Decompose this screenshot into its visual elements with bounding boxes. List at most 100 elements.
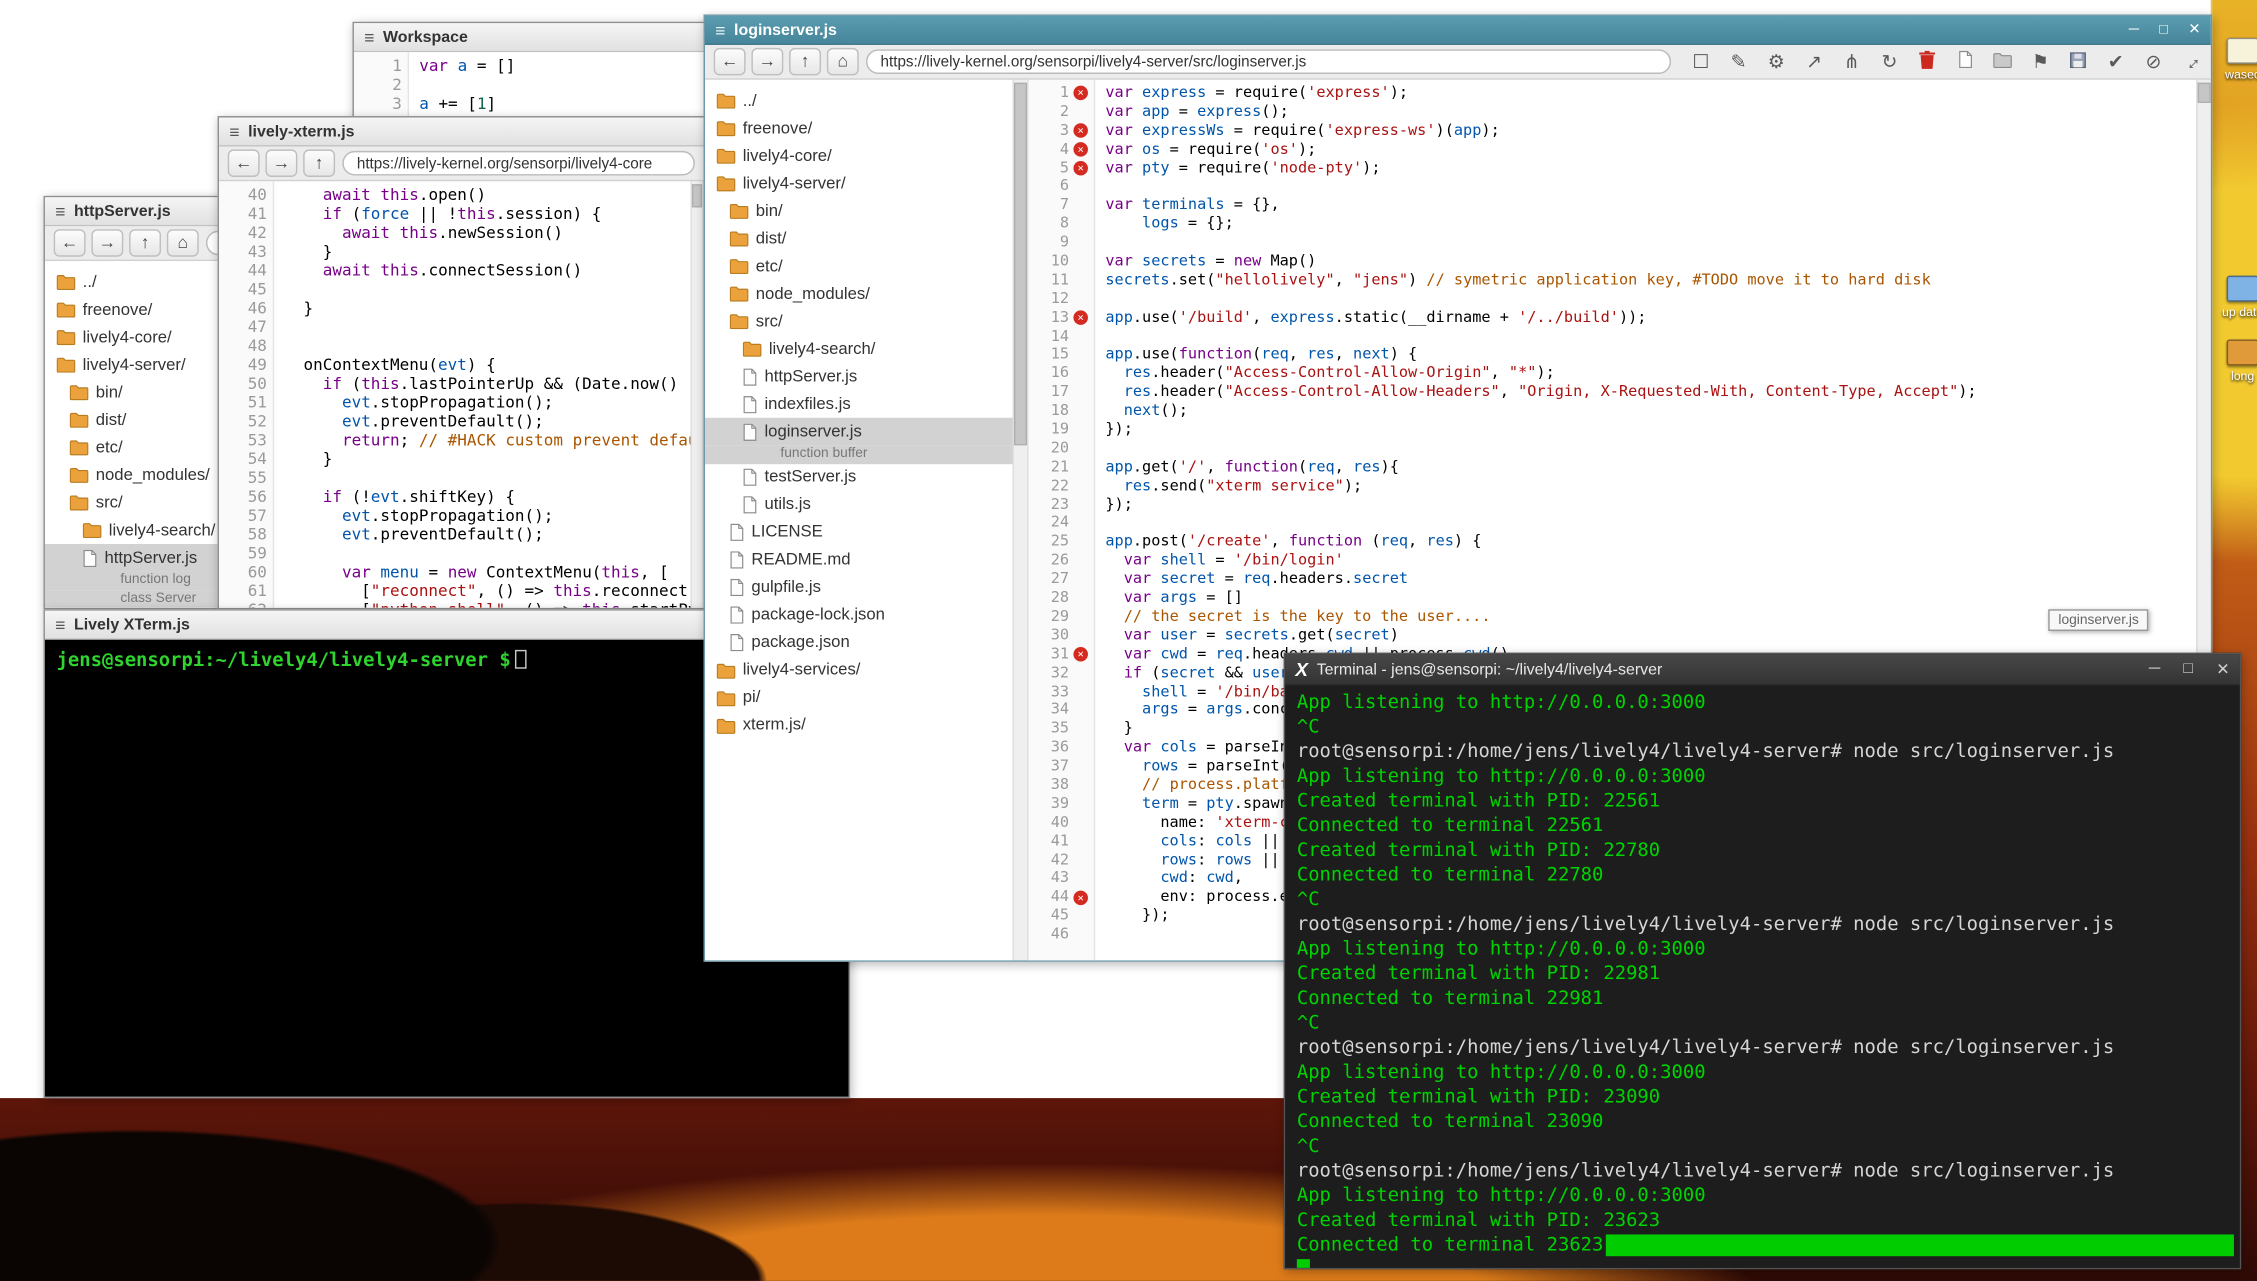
tree-item-lively4-services[interactable]: lively4-services/ bbox=[705, 656, 1013, 684]
terminal-output[interactable]: App listening to http://0.0.0.0:3000^Cro… bbox=[1285, 686, 2239, 1268]
code-line[interactable]: var secrets = new Map() bbox=[1105, 252, 2196, 271]
tree-item-loginserver-js[interactable]: loginserver.js bbox=[705, 418, 1013, 446]
terminal-titlebar[interactable]: X Terminal - jens@sensorpi: ~/lively4/li… bbox=[1285, 654, 2239, 686]
code-line[interactable]: await this.connectSession() bbox=[284, 261, 690, 280]
tree-item-bin[interactable]: bin/ bbox=[45, 379, 247, 407]
desktop-icon-wasec[interactable]: wasec bbox=[2214, 38, 2257, 82]
menu-icon[interactable]: ≡ bbox=[55, 614, 65, 634]
code-line[interactable]: } bbox=[284, 299, 690, 318]
tree-item-[interactable]: ../ bbox=[705, 87, 1013, 115]
maximize-button[interactable]: □ bbox=[2159, 22, 2168, 38]
code-line[interactable]: var terminals = {}, bbox=[1105, 196, 2196, 215]
scrollbar-thumb[interactable] bbox=[692, 184, 702, 207]
error-marker-icon[interactable]: ✕ bbox=[1073, 161, 1088, 176]
tree-item-dist[interactable]: dist/ bbox=[45, 406, 247, 434]
desktop-icon-long[interactable]: long bbox=[2214, 339, 2257, 383]
code-line[interactable] bbox=[1105, 327, 2196, 346]
code-line[interactable]: } bbox=[284, 242, 690, 261]
code-line[interactable]: // the secret is the key to the user.... bbox=[1105, 608, 2196, 627]
home-button[interactable]: ⌂ bbox=[167, 229, 199, 257]
new-file-icon[interactable] bbox=[1954, 51, 1976, 73]
code-line[interactable]: evt.stopPropagation(); bbox=[284, 506, 690, 525]
code-line[interactable]: }); bbox=[1105, 496, 2196, 515]
forward-button[interactable]: → bbox=[265, 149, 297, 177]
tree-item-httpserver-js[interactable]: httpServer.js bbox=[45, 544, 247, 572]
code-line[interactable] bbox=[1105, 514, 2196, 533]
back-button[interactable]: ← bbox=[714, 48, 746, 76]
code-editor[interactable]: 4041424344454647484950515253545556575859… bbox=[219, 181, 690, 607]
code-line[interactable]: next(); bbox=[1105, 402, 2196, 421]
minimize-button[interactable]: ─ bbox=[2149, 660, 2160, 679]
tree-item-etc[interactable]: etc/ bbox=[45, 434, 247, 462]
tree-item-lively4-core[interactable]: lively4-core/ bbox=[705, 142, 1013, 170]
url-input[interactable]: https://lively-kernel.org/sensorpi/livel… bbox=[342, 151, 694, 176]
tree-item-freenove[interactable]: freenove/ bbox=[45, 296, 247, 324]
code-line[interactable]: var menu = new ContextMenu(this, [ bbox=[284, 563, 690, 582]
code-line[interactable] bbox=[284, 318, 690, 337]
code-line[interactable]: var app = express(); bbox=[1105, 103, 2196, 122]
cancel-icon[interactable]: ⊘ bbox=[2143, 51, 2165, 73]
flag-icon[interactable]: ⚑ bbox=[2029, 51, 2051, 73]
code-line[interactable]: res.header("Access-Control-Allow-Headers… bbox=[1105, 383, 2196, 402]
trash-icon[interactable] bbox=[1916, 50, 1938, 73]
editor-scrollbar[interactable] bbox=[690, 181, 703, 607]
checkbox-icon[interactable]: ☐ bbox=[1690, 51, 1712, 73]
desktop-icon-up-data[interactable]: up data bbox=[2214, 276, 2257, 320]
code-line[interactable]: if (!evt.shiftKey) { bbox=[284, 487, 690, 506]
tree-item-node-modules[interactable]: node_modules/ bbox=[45, 461, 247, 489]
tree-subitem[interactable]: function buffer bbox=[705, 445, 1013, 463]
code-line[interactable]: if (this.lastPointerUp && (Date.now() - … bbox=[284, 374, 690, 393]
code-line[interactable]: var pty = require('node-pty'); bbox=[1105, 159, 2196, 178]
code-line[interactable]: app.post('/create', function (req, res) … bbox=[1105, 533, 2196, 552]
code-line[interactable]: res.header("Access-Control-Allow-Origin"… bbox=[1105, 365, 2196, 384]
code-line[interactable]: var user = secrets.get(secret) bbox=[1105, 626, 2196, 645]
brush-icon[interactable]: ✎ bbox=[1728, 51, 1750, 73]
up-button[interactable]: ↑ bbox=[789, 48, 821, 76]
tree-item-license[interactable]: LICENSE bbox=[705, 519, 1013, 547]
code-line[interactable]: var expressWs = require('express-ws')(ap… bbox=[1105, 122, 2196, 141]
tree-item-node-modules[interactable]: node_modules/ bbox=[705, 280, 1013, 308]
minimize-button[interactable]: ─ bbox=[2129, 22, 2139, 38]
home-button[interactable]: ⌂ bbox=[827, 48, 859, 76]
scrollbar-thumb[interactable] bbox=[2198, 83, 2211, 103]
refresh-icon[interactable]: ↻ bbox=[1879, 51, 1901, 73]
error-marker-icon[interactable]: ✕ bbox=[1073, 311, 1088, 326]
tree-item-readme-md[interactable]: README.md bbox=[705, 546, 1013, 574]
tree-item-indexfiles-js[interactable]: indexfiles.js bbox=[705, 390, 1013, 418]
tree-subitem[interactable]: class Server bbox=[45, 590, 247, 608]
code-area[interactable]: await this.open() if (force || !this.ses… bbox=[274, 181, 690, 607]
code-line[interactable]: evt.stopPropagation(); bbox=[284, 393, 690, 412]
error-marker-icon[interactable]: ✕ bbox=[1073, 890, 1088, 905]
code-line[interactable]: } bbox=[284, 450, 690, 469]
tree-item-[interactable]: ../ bbox=[45, 268, 247, 296]
code-line[interactable]: await this.open() bbox=[284, 186, 690, 205]
code-line[interactable] bbox=[284, 280, 690, 299]
error-marker-icon[interactable]: ✕ bbox=[1073, 647, 1088, 662]
tree-item-utils-js[interactable]: utils.js bbox=[705, 491, 1013, 519]
code-line[interactable]: var shell = '/bin/login' bbox=[1105, 552, 2196, 571]
maximize-button[interactable]: □ bbox=[2183, 660, 2193, 679]
code-line[interactable]: ["reconnect", () => this.reconnect()], bbox=[284, 582, 690, 601]
error-marker-icon[interactable]: ✕ bbox=[1073, 124, 1088, 139]
tree-item-lively4-server[interactable]: lively4-server/ bbox=[705, 170, 1013, 198]
up-button[interactable]: ↑ bbox=[129, 229, 161, 257]
code-line[interactable]: evt.preventDefault(); bbox=[284, 525, 690, 544]
tree-item-gulpfile-js[interactable]: gulpfile.js bbox=[705, 574, 1013, 602]
close-button[interactable]: ✕ bbox=[2216, 660, 2229, 679]
code-line[interactable] bbox=[1105, 234, 2196, 253]
code-line[interactable]: var os = require('os'); bbox=[1105, 140, 2196, 159]
code-line[interactable]: evt.preventDefault(); bbox=[284, 412, 690, 431]
expand-icon[interactable]: ↔ bbox=[2176, 46, 2207, 77]
code-line[interactable] bbox=[284, 544, 690, 563]
code-line[interactable]: ["python shell", () => this.startPython(… bbox=[284, 601, 690, 608]
code-line[interactable] bbox=[284, 469, 690, 488]
scrollbar-thumb[interactable] bbox=[1014, 83, 1027, 446]
url-input[interactable]: https://lively-kernel.org/sensorpi/livel… bbox=[866, 49, 1671, 74]
tree-item-bin[interactable]: bin/ bbox=[705, 197, 1013, 225]
accept-icon[interactable]: ✔ bbox=[2105, 51, 2127, 73]
code-line[interactable]: app.use('/build', express.static(__dirna… bbox=[1105, 309, 2196, 328]
tree-item-lively4-search[interactable]: lively4-search/ bbox=[705, 335, 1013, 363]
tree-item-freenove[interactable]: freenove/ bbox=[705, 115, 1013, 143]
code-line[interactable]: app.get('/', function(req, res){ bbox=[1105, 458, 2196, 477]
code-line[interactable] bbox=[1105, 178, 2196, 197]
